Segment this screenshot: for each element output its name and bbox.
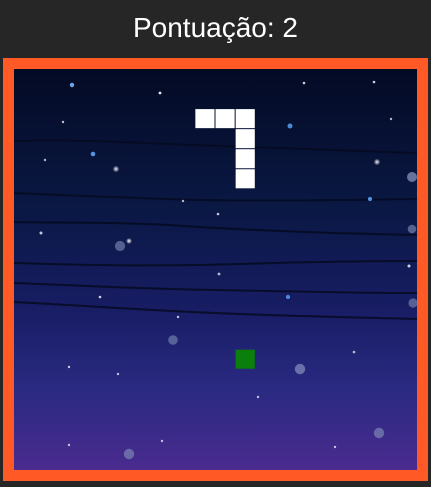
star <box>407 224 417 234</box>
star <box>67 365 71 369</box>
star <box>181 199 185 203</box>
snake-head-segment <box>195 109 215 129</box>
star <box>294 363 306 375</box>
star <box>302 81 306 85</box>
game-board[interactable] <box>14 69 417 470</box>
star <box>43 158 47 162</box>
star <box>407 264 411 268</box>
snake-body-segment <box>215 109 235 129</box>
score-label: Pontuação: 2 <box>132 12 299 43</box>
star <box>373 158 381 166</box>
star <box>333 445 337 449</box>
star <box>116 372 120 376</box>
food <box>235 349 255 369</box>
star <box>372 80 376 84</box>
snake-body-segment <box>235 149 255 169</box>
snake-body-segment <box>235 129 255 149</box>
star <box>176 315 180 319</box>
star <box>98 295 102 299</box>
star <box>158 91 162 95</box>
star <box>256 395 260 399</box>
star <box>285 294 291 300</box>
star <box>69 82 75 88</box>
star <box>367 196 373 202</box>
game-page: Pontuação: 2 <box>0 0 431 487</box>
snake-body-segment <box>235 169 255 189</box>
star <box>352 350 356 354</box>
star <box>112 165 120 173</box>
sky-background <box>14 69 417 470</box>
star <box>168 335 178 345</box>
star <box>287 123 293 129</box>
star <box>389 117 393 121</box>
star <box>160 439 164 443</box>
game-frame <box>3 58 428 481</box>
food-layer <box>235 349 255 369</box>
star <box>61 120 65 124</box>
star <box>90 151 96 157</box>
star <box>217 272 221 276</box>
star <box>114 240 126 252</box>
star <box>216 212 220 216</box>
star <box>67 443 71 447</box>
star <box>39 231 43 235</box>
star <box>407 172 417 182</box>
star <box>123 448 135 460</box>
star <box>373 427 385 439</box>
star <box>125 237 133 245</box>
snake-body-segment <box>235 109 255 129</box>
